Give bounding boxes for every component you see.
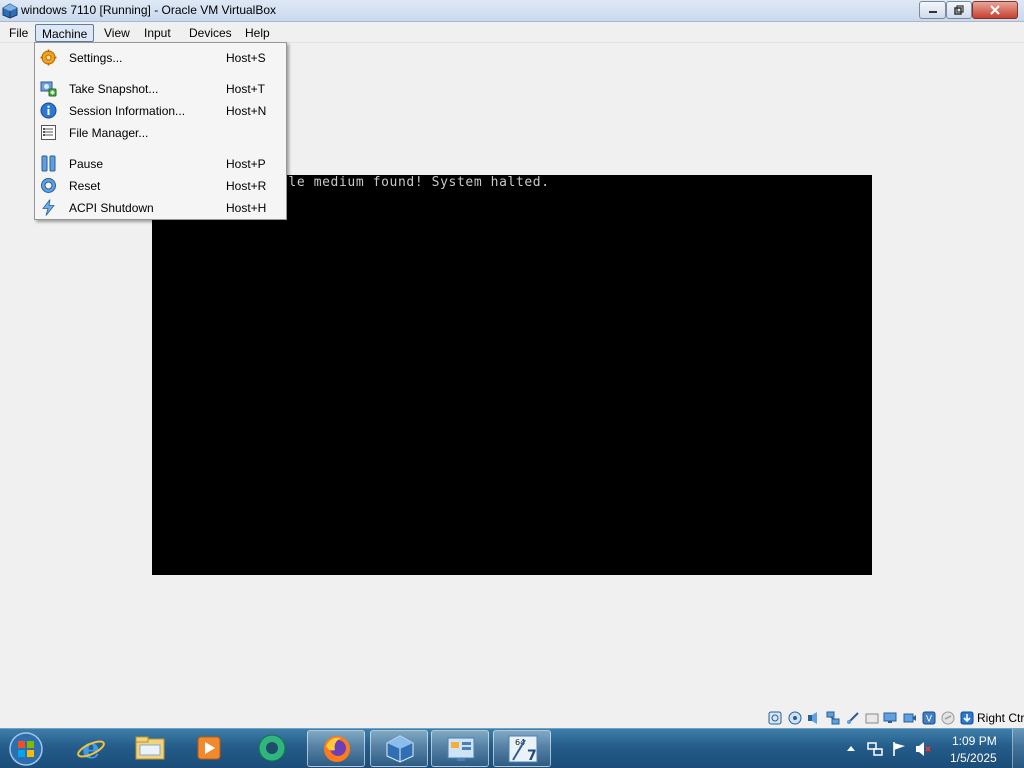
menu-item-shortcut: Host+S bbox=[226, 51, 266, 65]
minimize-button[interactable] bbox=[919, 1, 946, 19]
menu-bar: File Machine View Input Devices Help bbox=[0, 22, 1024, 43]
menu-item-session-information[interactable]: Session Information... Host+N bbox=[35, 100, 286, 121]
virtualbox-icon bbox=[386, 735, 414, 763]
svg-text:e: e bbox=[82, 733, 100, 763]
menu-item-label: Session Information... bbox=[69, 104, 186, 118]
menu-devices[interactable]: Devices bbox=[183, 24, 238, 42]
show-hidden-icons-icon[interactable] bbox=[843, 741, 859, 757]
menu-view[interactable]: View bbox=[98, 24, 136, 42]
taskbar: e 64 7 1:09 PM 1/5/2025 bbox=[0, 728, 1024, 768]
action-center-icon[interactable] bbox=[891, 741, 907, 757]
network-tray-icon[interactable] bbox=[867, 741, 883, 757]
keyboard-capture-icon[interactable] bbox=[960, 711, 974, 725]
usb-icon[interactable] bbox=[846, 711, 860, 725]
snapshot-icon bbox=[40, 81, 57, 97]
menu-item-pause[interactable]: Pause Host+P bbox=[35, 153, 286, 174]
info-icon bbox=[40, 102, 57, 119]
taskbar-media-player[interactable] bbox=[180, 730, 238, 767]
taskbar-app-circle[interactable] bbox=[243, 730, 301, 767]
menu-help[interactable]: Help bbox=[239, 24, 276, 42]
shared-folders-icon[interactable] bbox=[865, 711, 879, 725]
svg-text:7: 7 bbox=[527, 748, 537, 764]
taskbar-firefox[interactable] bbox=[307, 730, 365, 767]
network-icon[interactable] bbox=[826, 711, 840, 725]
menu-item-label: File Manager... bbox=[69, 126, 149, 140]
menu-item-label: Take Snapshot... bbox=[69, 82, 159, 96]
host-key-label: Right Ctrl bbox=[977, 711, 1024, 725]
menu-item-file-manager[interactable]: File Manager... bbox=[35, 122, 286, 143]
vm-boot-message: ble medium found! System halted. bbox=[280, 175, 550, 190]
hard-disk-icon[interactable] bbox=[768, 711, 782, 725]
taskbar-windows7-vm[interactable]: 64 7 bbox=[493, 730, 551, 767]
close-icon bbox=[990, 5, 1000, 15]
close-button[interactable] bbox=[972, 1, 1018, 19]
display-icon[interactable] bbox=[883, 711, 897, 725]
menu-file[interactable]: File bbox=[3, 24, 34, 42]
menu-item-label: Pause bbox=[69, 157, 104, 171]
machine-menu-dropdown: Settings... Host+S Take Snapshot... Host… bbox=[34, 42, 287, 220]
file-explorer-icon bbox=[135, 736, 165, 760]
clock-time[interactable]: 1:09 PM bbox=[952, 734, 997, 748]
menu-item-shortcut: Host+N bbox=[226, 104, 267, 118]
menu-item-settings[interactable]: Settings... Host+S bbox=[35, 47, 286, 68]
internet-explorer-icon: e bbox=[77, 733, 105, 763]
media-player-icon bbox=[197, 736, 221, 760]
svg-text:V: V bbox=[926, 715, 933, 725]
vm-display[interactable]: ble medium found! System halted. bbox=[152, 175, 872, 575]
menu-item-label: ACPI Shutdown bbox=[69, 201, 154, 215]
menu-item-reset[interactable]: Reset Host+R bbox=[35, 175, 286, 196]
clock-date[interactable]: 1/5/2025 bbox=[950, 751, 997, 765]
acpi-shutdown-icon bbox=[42, 199, 55, 216]
taskbar-internet-explorer[interactable]: e bbox=[62, 730, 120, 767]
firefox-icon bbox=[324, 736, 350, 762]
menu-item-acpi-shutdown[interactable]: ACPI Shutdown Host+H bbox=[35, 197, 286, 218]
menu-item-take-snapshot[interactable]: Take Snapshot... Host+T bbox=[35, 78, 286, 99]
file-manager-icon bbox=[41, 125, 56, 140]
virtualization-icon[interactable]: V bbox=[922, 711, 936, 725]
taskbar-file-explorer[interactable] bbox=[121, 730, 179, 767]
menu-item-shortcut: Host+R bbox=[226, 179, 267, 193]
restore-icon bbox=[954, 5, 964, 15]
mouse-integration-icon[interactable] bbox=[941, 711, 955, 725]
menu-item-label: Reset bbox=[69, 179, 101, 193]
app-circle-icon bbox=[258, 734, 286, 762]
audio-icon[interactable] bbox=[807, 711, 821, 725]
show-desktop-button[interactable] bbox=[1012, 729, 1024, 768]
maximize-button[interactable] bbox=[946, 1, 972, 19]
windows7-vm-icon: 64 7 bbox=[508, 735, 538, 764]
pause-icon bbox=[41, 155, 56, 172]
menu-item-label: Settings... bbox=[69, 51, 123, 65]
settings-gear-icon bbox=[40, 49, 57, 66]
title-bar[interactable]: windows 7110 [Running] - Oracle VM Virtu… bbox=[0, 0, 1024, 22]
start-button[interactable] bbox=[4, 731, 48, 767]
virtualbox-app-icon bbox=[2, 3, 18, 19]
menu-item-shortcut: Host+H bbox=[226, 201, 267, 215]
minimize-icon bbox=[928, 11, 937, 13]
menu-item-shortcut: Host+T bbox=[226, 82, 266, 96]
reset-icon bbox=[41, 178, 56, 193]
status-bar: V Right Ctrl bbox=[0, 708, 1024, 728]
menu-machine[interactable]: Machine bbox=[35, 24, 95, 42]
control-panel-icon bbox=[447, 737, 475, 761]
taskbar-control-panel[interactable] bbox=[431, 730, 489, 767]
recording-icon[interactable] bbox=[903, 711, 917, 725]
window-title: windows 7110 [Running] - Oracle VM Virtu… bbox=[21, 3, 277, 17]
volume-muted-icon[interactable] bbox=[915, 741, 931, 757]
menu-item-shortcut: Host+P bbox=[226, 157, 266, 171]
menu-input[interactable]: Input bbox=[138, 24, 177, 42]
taskbar-virtualbox[interactable] bbox=[370, 730, 428, 767]
optical-drive-icon[interactable] bbox=[788, 711, 802, 725]
